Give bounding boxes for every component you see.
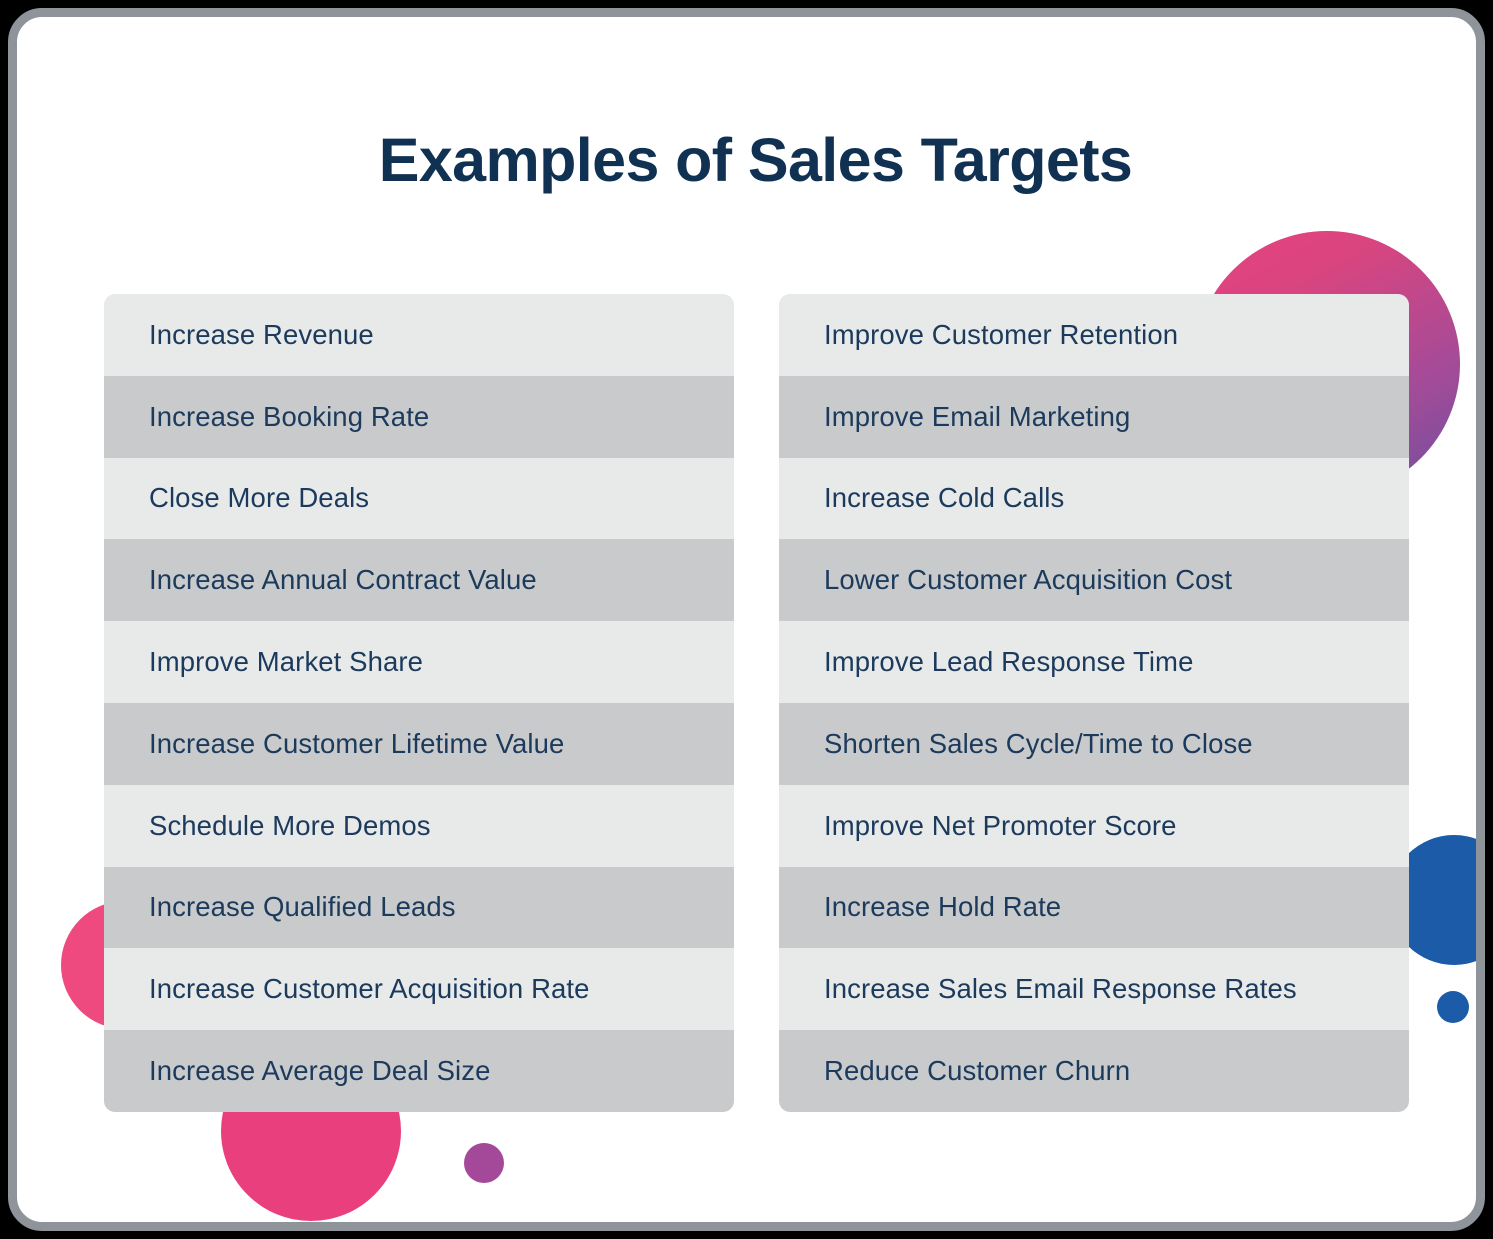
info-card: Examples of Sales Targets Increase Reven… [8, 8, 1485, 1231]
list-item: Improve Market Share [104, 621, 734, 703]
list-item: Improve Email Marketing [779, 375, 1409, 458]
list-item: Increase Customer Acquisition Rate [104, 948, 734, 1031]
page-title: Examples of Sales Targets [378, 126, 1133, 194]
list-item: Improve Net Promoter Score [779, 784, 1409, 867]
list-item: Increase Qualified Leads [104, 866, 734, 949]
list-item: Shorten Sales Cycle/Time to Close [779, 702, 1409, 785]
list-item: Increase Booking Rate [104, 375, 734, 458]
purple-dot-bottom-icon [464, 1143, 504, 1183]
list-item: Increase Revenue [104, 294, 734, 376]
list-item: Increase Customer Lifetime Value [104, 702, 734, 785]
sales-targets-lists: Increase Revenue Increase Booking Rate Clo… [17, 294, 1476, 1124]
list-item: Increase Average Deal Size [104, 1030, 734, 1112]
blue-dot-right-icon [1437, 991, 1469, 1023]
sales-targets-list-left: Increase Revenue Increase Booking Rate Clo… [104, 294, 734, 1112]
list-item: Increase Annual Contract Value [104, 539, 734, 622]
list-item: Increase Cold Calls [779, 457, 1409, 540]
list-item: Improve Lead Response Time [779, 621, 1409, 703]
sales-targets-list-right: Improve Customer Retention Improve Email … [779, 294, 1409, 1112]
list-item: Lower Customer Acquisition Cost [779, 539, 1409, 622]
screenshot-root: Examples of Sales Targets Increase Reven… [0, 0, 1493, 1239]
list-item: Increase Hold Rate [779, 866, 1409, 949]
list-item: Reduce Customer Churn [779, 1030, 1409, 1112]
list-item: Increase Sales Email Response Rates [779, 948, 1409, 1031]
list-item: Improve Customer Retention [779, 294, 1409, 376]
list-item: Schedule More Demos [104, 784, 734, 867]
list-item: Close More Deals [104, 457, 734, 540]
